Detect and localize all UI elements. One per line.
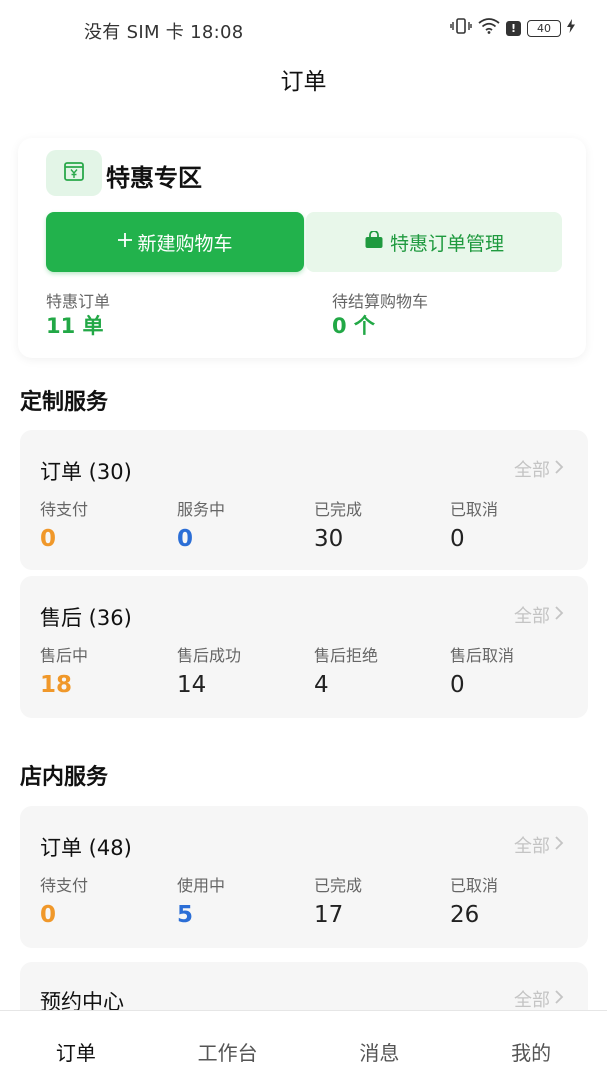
custom-orders-title: 订单 (30) xyxy=(40,460,132,484)
all-label: 全部 xyxy=(514,606,550,627)
after-sales-in-progress[interactable]: 售后中 18 xyxy=(40,642,170,698)
tab-orders[interactable]: 订单 xyxy=(0,1011,152,1080)
after-sales-success[interactable]: 售后成功 14 xyxy=(177,642,307,698)
stat-value: 0 xyxy=(450,526,465,552)
appointment-card[interactable]: 预约中心 全部 xyxy=(20,962,588,1014)
promo-order-manage-button[interactable]: 特惠订单管理 xyxy=(306,212,562,272)
stat-label: 售后取消 xyxy=(450,646,515,665)
custom-orders-card[interactable]: 订单 (30) 全部 待支付 0 服务中 0 已完成 30 已取消 0 xyxy=(20,430,588,570)
stat-value: 0 xyxy=(40,902,57,928)
wifi-icon xyxy=(478,18,500,38)
promo-orders-value[interactable]: 11 单 xyxy=(46,310,104,340)
stat-label: 已完成 xyxy=(314,876,363,895)
chevron-right-icon xyxy=(554,605,564,626)
all-label: 全部 xyxy=(514,460,550,481)
stat-value: 26 xyxy=(450,902,480,928)
store-order-in-use[interactable]: 使用中 5 xyxy=(177,872,307,928)
appointment-all-link[interactable]: 全部 xyxy=(514,986,564,1012)
bottom-tab-bar: 订单 工作台 消息 我的 xyxy=(0,1010,607,1080)
new-cart-label: 新建购物车 xyxy=(137,232,233,255)
store-orders-title: 订单 (48) xyxy=(40,836,132,860)
stat-label: 售后成功 xyxy=(177,646,242,665)
promo-order-manage-label: 特惠订单管理 xyxy=(389,232,504,255)
stat-label: 已取消 xyxy=(450,500,499,519)
promo-icon-container xyxy=(46,150,102,196)
store-order-pending-pay[interactable]: 待支付 0 xyxy=(40,872,170,928)
after-sales-title: 售后 (36) xyxy=(40,606,132,630)
store-order-cancelled[interactable]: 已取消 26 xyxy=(450,872,580,928)
promo-orders-label: 特惠订单 xyxy=(46,292,111,311)
promo-title: 特惠专区 xyxy=(106,164,202,192)
custom-order-cancelled[interactable]: 已取消 0 xyxy=(450,496,580,552)
all-label: 全部 xyxy=(514,836,550,857)
promo-card: 特惠专区 新建购物车 特惠订单管理 特惠订单 11 单 待结算购物车 0 个 xyxy=(18,138,586,358)
status-icons: ! 40 xyxy=(450,18,575,38)
stat-value: 14 xyxy=(177,672,207,698)
plus-icon xyxy=(117,231,133,253)
charging-icon xyxy=(567,19,575,37)
stat-value: 0 xyxy=(40,526,57,552)
shopping-bag-icon xyxy=(364,229,384,254)
status-bar: 没有 SIM 卡 18:08 ! 40 xyxy=(0,0,607,60)
discount-bag-icon xyxy=(61,158,87,188)
stat-label: 待支付 xyxy=(40,876,89,895)
stat-label: 已取消 xyxy=(450,876,499,895)
battery-icon: 40 xyxy=(527,19,561,37)
custom-order-pending-pay[interactable]: 待支付 0 xyxy=(40,496,170,552)
store-orders-all-link[interactable]: 全部 xyxy=(514,832,564,858)
all-label: 全部 xyxy=(514,990,550,1011)
stat-value: 30 xyxy=(314,526,344,552)
after-sales-card[interactable]: 售后 (36) 全部 售后中 18 售后成功 14 售后拒绝 4 售后取消 0 xyxy=(20,576,588,718)
custom-order-completed[interactable]: 已完成 30 xyxy=(314,496,444,552)
chevron-right-icon xyxy=(554,835,564,856)
tab-workbench[interactable]: 工作台 xyxy=(152,1011,304,1080)
stat-label: 服务中 xyxy=(177,500,226,519)
custom-orders-all-link[interactable]: 全部 xyxy=(514,456,564,482)
after-sales-cancelled[interactable]: 售后取消 0 xyxy=(450,642,580,698)
stat-label: 售后拒绝 xyxy=(314,646,379,665)
stat-value: 18 xyxy=(40,672,73,698)
stat-label: 使用中 xyxy=(177,876,226,895)
store-service-section-title: 店内服务 xyxy=(20,765,109,790)
chevron-right-icon xyxy=(554,459,564,480)
stat-value: 0 xyxy=(450,672,465,698)
custom-order-in-service[interactable]: 服务中 0 xyxy=(177,496,307,552)
custom-service-section-title: 定制服务 xyxy=(20,390,109,415)
after-sales-rejected[interactable]: 售后拒绝 4 xyxy=(314,642,444,698)
stat-value: 17 xyxy=(314,902,344,928)
after-sales-all-link[interactable]: 全部 xyxy=(514,602,564,628)
tab-mine[interactable]: 我的 xyxy=(455,1011,607,1080)
stat-label: 售后中 xyxy=(40,646,89,665)
new-cart-button[interactable]: 新建购物车 xyxy=(46,212,304,272)
stat-value: 0 xyxy=(177,526,194,552)
stat-value: 4 xyxy=(314,672,329,698)
alert-icon: ! xyxy=(506,20,521,36)
status-carrier-time: 没有 SIM 卡 18:08 xyxy=(84,22,244,43)
stat-value: 5 xyxy=(177,902,194,928)
pending-cart-label: 待结算购物车 xyxy=(332,292,429,311)
pending-cart-value[interactable]: 0 个 xyxy=(332,310,375,340)
store-order-completed[interactable]: 已完成 17 xyxy=(314,872,444,928)
chevron-right-icon xyxy=(554,989,564,1010)
store-orders-card[interactable]: 订单 (48) 全部 待支付 0 使用中 5 已完成 17 已取消 26 xyxy=(20,806,588,948)
tab-messages[interactable]: 消息 xyxy=(304,1011,456,1080)
page-title: 订单 xyxy=(280,69,327,95)
vibrate-icon xyxy=(450,18,472,38)
stat-label: 已完成 xyxy=(314,500,363,519)
stat-label: 待支付 xyxy=(40,500,89,519)
